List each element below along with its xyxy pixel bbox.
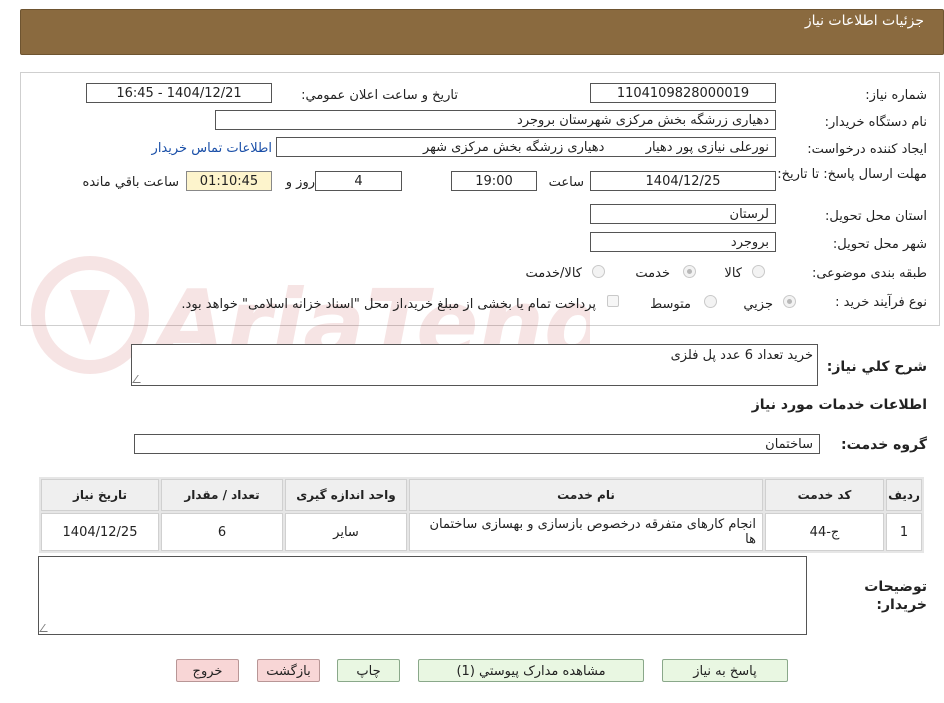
row-name: انجام کارهای متفرقه درخصوص بازسازی و بهس… — [409, 513, 763, 551]
announce-datetime-field: 1404/12/21 - 16:45 — [86, 83, 272, 103]
category-goods-service-radio[interactable] — [592, 265, 605, 278]
category-service-label: خدمت — [635, 266, 670, 281]
back-button[interactable]: بازگشت — [257, 659, 320, 682]
need-number-label: شماره نیاز: — [865, 88, 927, 103]
col-qty-header: تعداد / مقدار — [161, 479, 283, 511]
remaining-time-label: ساعت باقي مانده — [82, 175, 179, 190]
exit-button[interactable]: خروج — [176, 659, 239, 682]
announce-label: تاریخ و ساعت اعلان عمومي: — [301, 88, 458, 103]
process-minor-label: جزيي — [743, 297, 773, 312]
requester-label: ایجاد کننده درخواست: — [807, 142, 927, 157]
service-group-field: ساختمان — [134, 434, 820, 454]
days-label: روز و — [285, 175, 315, 190]
view-attachments-button[interactable]: مشاهده مدارک پیوستي (1) — [418, 659, 644, 682]
buyer-contact-link[interactable]: اطلاعات تماس خریدار — [152, 141, 272, 156]
process-type-label: نوع فرآیند خرید : — [835, 295, 927, 310]
days-remaining-field: 4 — [315, 171, 402, 191]
summary-text: خرید تعداد 6 عدد پل فلزی — [670, 348, 813, 363]
city-label: شهر محل تحویل: — [832, 237, 927, 252]
service-group-label: گروه خدمت: — [841, 437, 927, 453]
category-service-radio[interactable] — [683, 265, 696, 278]
deadline-label: مهلت ارسال پاسخ: تا تاریخ: — [777, 167, 927, 182]
province-label: استان محل تحویل: — [825, 209, 927, 224]
col-index-header: ردیف — [886, 479, 922, 511]
row-qty: 6 — [161, 513, 283, 551]
province-field: لرستان — [590, 204, 776, 224]
col-date-header: تاریخ نیاز — [41, 479, 159, 511]
process-medium-label: متوسط — [650, 297, 691, 312]
page-title: جزئیات اطلاعات نیاز — [804, 13, 924, 29]
row-index: 1 — [886, 513, 922, 551]
buyer-notes-textarea[interactable] — [38, 556, 807, 635]
reply-button[interactable]: پاسخ به نیاز — [662, 659, 788, 682]
row-date: 1404/12/25 — [41, 513, 159, 551]
deadline-time-label: ساعت — [548, 175, 584, 190]
process-medium-radio[interactable] — [704, 295, 717, 308]
remaining-time-field: 01:10:45 — [186, 171, 272, 191]
need-number-field: 1104109828000019 — [590, 83, 776, 103]
summary-label: شرح کلي نیاز: — [826, 359, 927, 375]
deadline-date-field: 1404/12/25 — [590, 171, 776, 191]
row-code: ج-44 — [765, 513, 884, 551]
treasury-payment-note: پرداخت تمام یا بخشی از مبلغ خرید،از محل … — [181, 297, 596, 312]
process-minor-radio[interactable] — [783, 295, 796, 308]
services-section-title: اطلاعات خدمات مورد نیاز — [751, 397, 927, 413]
col-code-header: کد خدمت — [765, 479, 884, 511]
services-table: ردیف کد خدمت نام خدمت واحد اندازه گیری ت… — [39, 477, 924, 553]
deadline-time-field: 19:00 — [451, 171, 537, 191]
row-unit: سایر — [285, 513, 407, 551]
category-goods-service-label: کالا/خدمت — [525, 266, 582, 281]
table-row: 1 ج-44 انجام کارهای متفرقه درخصوص بازساز… — [41, 513, 922, 551]
buyer-org-field: دهیاری زرشگه بخش مرکزی شهرستان بروجرد — [215, 110, 776, 130]
col-name-header: نام خدمت — [409, 479, 763, 511]
col-unit-header: واحد اندازه گیری — [285, 479, 407, 511]
treasury-payment-checkbox[interactable] — [607, 295, 619, 307]
print-button[interactable]: چاپ — [337, 659, 400, 682]
table-header-row: ردیف کد خدمت نام خدمت واحد اندازه گیری ت… — [41, 479, 922, 511]
category-goods-label: کالا — [724, 266, 742, 281]
summary-textarea[interactable]: خرید تعداد 6 عدد پل فلزی — [131, 344, 818, 386]
category-label: طبقه بندی موضوعی: — [811, 266, 927, 281]
buyer-org-label: نام دستگاه خریدار: — [824, 115, 927, 130]
buyer-notes-label: توضیحات خریدار: — [864, 579, 927, 613]
city-field: بروجرد — [590, 232, 776, 252]
category-goods-radio[interactable] — [752, 265, 765, 278]
requester-field: نورعلی نیازی پور دهیار دهیاری زرشگه بخش … — [276, 137, 776, 157]
